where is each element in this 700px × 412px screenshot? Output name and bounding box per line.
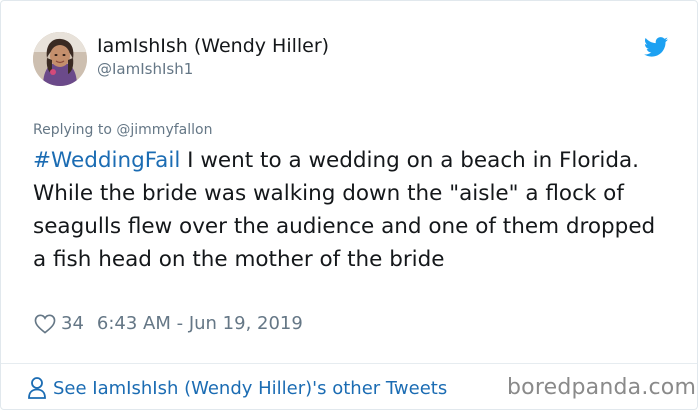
- divider: [1, 363, 697, 364]
- author-display-name[interactable]: IamIshIsh (Wendy Hiller): [97, 35, 329, 57]
- tweet-timestamp[interactable]: 6:43 AM - Jun 19, 2019: [97, 313, 303, 334]
- boredpanda-watermark: boredpanda.com: [507, 375, 697, 400]
- see-other-tweets-label: See IamIshIsh (Wendy Hiller)'s other Twe…: [53, 377, 448, 399]
- replying-to: Replying to @jimmyfallon: [33, 122, 212, 138]
- replying-prefix: Replying to: [33, 122, 117, 138]
- twitter-bird-icon[interactable]: [644, 37, 668, 57]
- replying-to-mention[interactable]: @jimmyfallon: [116, 122, 212, 138]
- hashtag-link[interactable]: #WeddingFail: [33, 148, 180, 173]
- author-handle[interactable]: @IamIshIsh1: [97, 60, 193, 78]
- like-count[interactable]: 34: [61, 313, 84, 334]
- tweet-meta: 34 6:43 AM - Jun 19, 2019: [34, 313, 303, 334]
- tweet-card: IamIshIsh (Wendy Hiller) @IamIshIsh1 Rep…: [0, 0, 698, 410]
- avatar-image: [33, 32, 87, 86]
- heart-icon[interactable]: [34, 314, 56, 334]
- see-other-tweets-link[interactable]: See IamIshIsh (Wendy Hiller)'s other Twe…: [27, 376, 447, 400]
- tweet-text: #WeddingFail I went to a wedding on a be…: [33, 144, 673, 276]
- avatar[interactable]: [33, 32, 87, 86]
- person-icon: [28, 377, 46, 399]
